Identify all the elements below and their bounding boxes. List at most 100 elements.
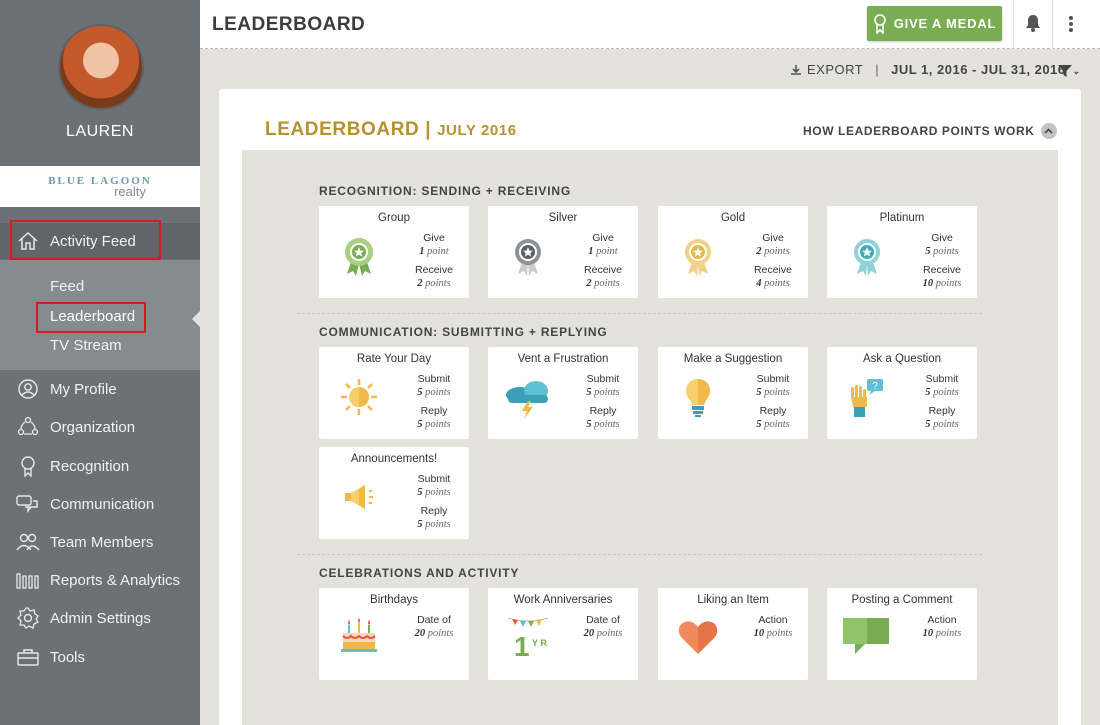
tile-date-of: Date of 20 points — [403, 614, 465, 640]
kv-unit: points — [766, 628, 793, 639]
kv-key: Give — [423, 232, 445, 244]
kv-unit: points — [764, 246, 790, 257]
tile-reply: Reply 5 points — [572, 405, 634, 431]
panel-title: LEADERBOARD | JULY 2016 — [265, 119, 517, 141]
nav-team-members[interactable]: Team Members — [0, 524, 200, 560]
kv-value: 10 points — [911, 277, 973, 290]
nav-my-profile[interactable]: My Profile — [0, 371, 200, 407]
subnav-feed[interactable]: Feed — [50, 278, 84, 295]
sun-icon — [341, 379, 377, 415]
header: LEADERBOARD GIVE A MEDAL — [200, 0, 1100, 49]
panel-month: JULY 2016 — [437, 122, 517, 139]
how-points-work-toggle[interactable]: HOW LEADERBOARD POINTS WORK — [803, 123, 1057, 139]
anniversary-icon: 1 Y R — [507, 617, 549, 658]
kv-num: 1 — [588, 246, 594, 257]
kv-key: Submit — [925, 373, 959, 385]
kv-num: 5 — [586, 387, 592, 398]
highlight-leaderboard — [36, 302, 146, 333]
kv-key: Give — [762, 232, 784, 244]
kv-unit: point — [596, 246, 618, 257]
kv-num: 2 — [756, 246, 762, 257]
tile-make-suggestion: Make a Suggestion Submit 5 points Reply … — [658, 347, 808, 439]
kv-unit: points — [596, 628, 623, 639]
tile-submit: Submit 5 points — [403, 373, 465, 399]
subnav-tv-stream[interactable]: TV Stream — [50, 337, 122, 354]
page-title: LEADERBOARD — [212, 14, 366, 35]
nav-organization[interactable]: Organization — [0, 409, 200, 445]
kv-value: 5 points — [572, 418, 634, 431]
header-divider — [1052, 0, 1053, 49]
nav-reports-analytics[interactable]: Reports & Analytics — [0, 562, 200, 598]
export-label: EXPORT — [807, 62, 864, 77]
points-info-area: RECOGNITION: SENDING + RECEIVING Group G… — [242, 150, 1058, 725]
toolbox-icon — [16, 645, 40, 669]
nav-admin-settings[interactable]: Admin Settings — [0, 600, 200, 636]
tile-name: Silver — [548, 212, 578, 224]
kv-unit: points — [764, 419, 790, 430]
kv-unit: points — [594, 387, 620, 398]
comment-icon — [843, 618, 889, 654]
tile-announcements: Announcements! Submit 5 points Reply 5 p… — [319, 447, 469, 539]
nav-recognition[interactable]: Recognition — [0, 448, 200, 484]
kv-unit: points — [933, 387, 959, 398]
tile-name: Gold — [720, 212, 746, 224]
kv-num: 10 — [922, 278, 934, 289]
bell-icon[interactable] — [1025, 14, 1041, 37]
kv-value: 10 points — [742, 627, 804, 640]
kv-num: 5 — [925, 419, 931, 430]
more-menu-icon[interactable] — [1068, 15, 1074, 38]
tile-name: Vent a Frustration — [517, 353, 609, 365]
kv-key: Reply — [589, 405, 617, 417]
kv-num: 10 — [753, 628, 765, 639]
nav-label: Recognition — [50, 457, 130, 475]
kv-unit: points — [425, 419, 451, 430]
nav-communication[interactable]: Communication — [0, 486, 200, 522]
nav-label: My Profile — [50, 380, 117, 398]
tile-name: Make a Suggestion — [683, 353, 783, 365]
kv-value: 2 points — [403, 277, 465, 290]
chat-icon — [16, 492, 40, 516]
group-medal-icon — [345, 238, 373, 276]
lightbulb-icon — [686, 379, 710, 417]
kv-key: Submit — [417, 473, 451, 485]
tile-name: Group — [378, 212, 410, 224]
nav-label: Organization — [50, 418, 136, 436]
tile-name: Platinum — [879, 212, 925, 224]
tile-name: Liking an Item — [697, 594, 769, 606]
nav-tools[interactable]: Tools — [0, 639, 200, 675]
kv-num: 5 — [756, 419, 762, 430]
megaphone-icon — [345, 485, 373, 509]
header-divider — [1013, 0, 1014, 49]
kv-key: Reply — [928, 405, 956, 417]
kv-key: Submit — [586, 373, 620, 385]
avatar[interactable] — [60, 26, 142, 108]
kv-unit: points — [935, 278, 962, 289]
give-medal-button[interactable]: GIVE A MEDAL — [867, 6, 1002, 41]
profile-area: LAUREN — [0, 0, 200, 166]
username: LAUREN — [66, 123, 134, 140]
tile-name: Ask a Question — [863, 353, 941, 365]
kv-unit: points — [933, 246, 959, 257]
export-button[interactable]: EXPORT — [790, 62, 863, 77]
kv-key: Reply — [420, 505, 448, 517]
section-divider — [297, 313, 982, 314]
tile-submit: Submit 5 points — [911, 373, 973, 399]
filter-icon[interactable] — [1058, 64, 1072, 83]
tile-give: Give 5 points — [911, 232, 973, 258]
kv-unit: point — [427, 246, 449, 257]
kv-value: 5 points — [911, 386, 973, 399]
tile-action: Action 10 points — [742, 614, 804, 640]
kv-value: 5 points — [742, 418, 804, 431]
tile-group: Group Give 1 point Receive 2 points — [319, 206, 469, 298]
tile-birthdays: Birthdays Date of 20 points — [319, 588, 469, 680]
platinum-medal-icon — [854, 239, 880, 276]
kv-key: Date of — [417, 614, 451, 626]
kv-num: 2 — [586, 278, 592, 289]
section-divider — [297, 554, 982, 555]
chevron-up-icon — [1040, 123, 1057, 139]
kv-key: Give — [931, 232, 953, 244]
bar-chart-icon — [16, 568, 40, 592]
kv-unit: points — [425, 278, 451, 289]
kv-key: Reply — [759, 405, 787, 417]
date-range-select[interactable]: JUL 1, 2016 - JUL 31, 2016 ⌄ — [891, 62, 1081, 77]
